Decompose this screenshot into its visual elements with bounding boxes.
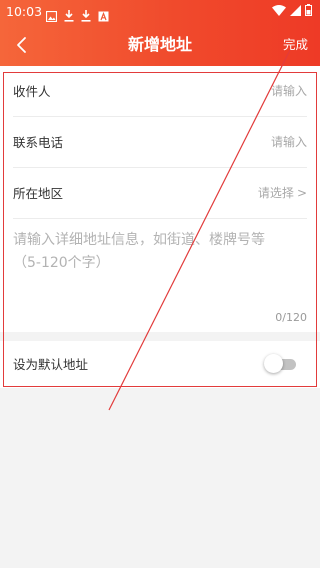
default-address-row: 设为默认地址 bbox=[0, 341, 320, 388]
done-button[interactable]: 完成 bbox=[283, 24, 308, 66]
back-button[interactable] bbox=[10, 32, 36, 58]
download-icon bbox=[64, 6, 74, 22]
default-address-toggle[interactable] bbox=[264, 354, 296, 373]
chevron-right-icon: > bbox=[296, 186, 307, 200]
wifi-icon bbox=[272, 0, 286, 24]
recipient-label: 收件人 bbox=[13, 84, 51, 99]
header-bar: 10:03 新增地址 完成 bbox=[0, 0, 320, 66]
recipient-row[interactable]: 收件人 请输入 bbox=[0, 66, 320, 117]
address-detail-placeholder-line: 请输入详细地址信息，如街道、楼牌号等 bbox=[13, 232, 265, 248]
page-title: 新增地址 bbox=[127, 35, 192, 54]
phone-label: 联系电话 bbox=[13, 135, 64, 150]
download-icon bbox=[81, 6, 91, 22]
address-detail-placeholder: 请输入详细地址信息，如街道、楼牌号等 （5-120个字） bbox=[13, 229, 305, 275]
default-address-label: 设为默认地址 bbox=[13, 357, 89, 372]
address-detail-placeholder-line: （5-120个字） bbox=[13, 255, 110, 271]
phone-input[interactable]: 请输入 bbox=[271, 117, 307, 168]
signal-icon bbox=[290, 0, 301, 24]
section-gap bbox=[0, 332, 320, 341]
region-select[interactable]: 请选择 > bbox=[258, 168, 307, 219]
region-placeholder: 请选择 bbox=[257, 186, 294, 200]
region-row[interactable]: 所在地区 请选择 > bbox=[0, 168, 320, 219]
chevron-left-icon bbox=[17, 37, 26, 53]
status-bar: 10:03 bbox=[0, 0, 320, 24]
toggle-knob bbox=[264, 354, 283, 373]
image-icon bbox=[45, 6, 58, 23]
status-system-icons bbox=[272, 4, 312, 19]
region-label: 所在地区 bbox=[13, 186, 64, 201]
title-bar: 新增地址 完成 bbox=[0, 24, 320, 66]
address-detail-textarea[interactable]: 请输入详细地址信息，如街道、楼牌号等 （5-120个字） 0/120 bbox=[0, 219, 320, 332]
char-count: 0/120 bbox=[275, 311, 307, 324]
status-notification-icons bbox=[45, 6, 109, 23]
status-time: 10:03 bbox=[6, 4, 43, 19]
recipient-input[interactable]: 请输入 bbox=[271, 66, 307, 117]
phone-row[interactable]: 联系电话 请输入 bbox=[0, 117, 320, 168]
battery-icon bbox=[305, 0, 312, 24]
address-form: 收件人 请输入 联系电话 请输入 所在地区 请选择 > 请输入详细地址信息，如街道… bbox=[0, 66, 320, 388]
a-box-icon bbox=[98, 6, 109, 22]
